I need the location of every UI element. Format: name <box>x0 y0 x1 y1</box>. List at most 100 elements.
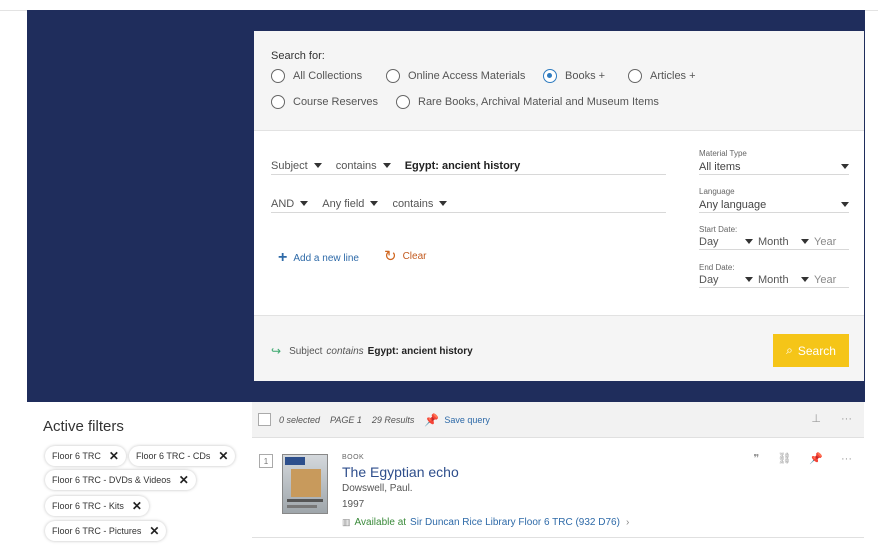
language-select[interactable]: Any language <box>699 197 849 213</box>
cover-image <box>291 469 321 497</box>
field-select[interactable]: Any field <box>322 198 379 210</box>
scope-radio-course-reserves[interactable]: Course Reserves <box>271 95 378 109</box>
results-toolbar: 0 selected PAGE 1 29 Results 📌 Save quer… <box>252 402 864 438</box>
selected-count: 0 selected <box>279 414 321 425</box>
close-icon[interactable]: ✕ <box>149 524 159 538</box>
advanced-search-panel: Search for: All Collections Online Acces… <box>254 31 864 381</box>
pin-icon[interactable]: 📌 <box>809 452 823 465</box>
scope-label: Rare Books, Archival Material and Museum… <box>418 96 659 108</box>
cover-line <box>287 505 317 508</box>
end-date-row: Day Month Year <box>699 272 849 288</box>
chevron-right-icon: › <box>625 517 630 528</box>
end-month-select[interactable]: Month <box>745 274 801 286</box>
start-year-select[interactable]: Year <box>801 236 836 248</box>
end-year-select[interactable]: Year <box>801 274 836 286</box>
caret-down-icon <box>745 239 753 244</box>
scope-radio-articles[interactable]: Articles + <box>628 69 696 83</box>
radio-button <box>396 95 410 109</box>
scope-title: Search for: <box>271 50 325 62</box>
select-all-checkbox[interactable] <box>258 413 271 426</box>
filter-chip: Floor 6 TRC - Kits ✕ <box>45 496 149 516</box>
pin-icon[interactable]: ⊥ <box>811 412 821 425</box>
result-number[interactable]: 1 <box>259 454 273 468</box>
result-actions: ❞ ⛓ 📌 ··· <box>735 452 852 466</box>
clear-button[interactable]: ↻ Clear <box>384 247 426 265</box>
book-icon: ▥ <box>342 517 351 527</box>
scope-radio-all-collections[interactable]: All Collections <box>271 69 362 83</box>
refresh-icon: ↻ <box>384 248 397 265</box>
result-item: 1 BOOK The Egyptian echo Dowswell, Paul.… <box>252 438 864 538</box>
link-icon[interactable]: ⛓ <box>777 452 791 465</box>
radio-button <box>271 69 285 83</box>
more-icon[interactable]: ··· <box>841 413 852 425</box>
query-summary: ↪ Subject contains Egypt: ancient histor… <box>271 344 473 358</box>
caret-down-icon <box>370 201 379 206</box>
start-date-label: Start Date: <box>699 225 738 234</box>
scope-radio-rare-books[interactable]: Rare Books, Archival Material and Museum… <box>396 95 659 109</box>
operator-select[interactable]: contains <box>336 160 391 172</box>
start-date-row: Day Month Year <box>699 234 849 250</box>
field-select[interactable]: Subject <box>271 160 322 172</box>
query-line-1: Subject contains Egypt: ancient history <box>271 157 666 175</box>
caret-down-icon <box>313 163 322 168</box>
active-filters-panel: Active filters Floor 6 TRC ✕ Floor 6 TRC … <box>27 402 249 547</box>
toolbar-actions: ⊥ ··· <box>791 412 852 426</box>
result-type: BOOK <box>342 454 365 461</box>
result-author: Dowswell, Paul. <box>342 483 413 494</box>
caret-down-icon <box>300 201 309 206</box>
caret-down-icon <box>841 164 849 169</box>
save-query-button[interactable]: 📌 Save query <box>424 413 489 427</box>
add-new-line-button[interactable]: + Add a new line <box>278 249 359 267</box>
cover-line <box>287 499 323 502</box>
end-date-label: End Date: <box>699 263 735 272</box>
close-icon[interactable]: ✕ <box>109 449 119 463</box>
scope-label: Course Reserves <box>293 96 378 108</box>
scope-label: Books + <box>565 70 606 82</box>
arrow-right-icon: ↪ <box>271 344 282 358</box>
material-type-select[interactable]: All items <box>699 159 849 175</box>
filter-chip: Floor 6 TRC - DVDs & Videos ✕ <box>45 470 196 490</box>
operator-select[interactable]: contains <box>392 198 448 210</box>
end-day-select[interactable]: Day <box>699 274 745 286</box>
search-button[interactable]: ⌕ Search <box>773 334 849 367</box>
filter-chip: Floor 6 TRC ✕ <box>45 446 126 466</box>
active-filters-title: Active filters <box>43 418 124 435</box>
radio-button <box>386 69 400 83</box>
boolean-select[interactable]: AND <box>271 198 309 210</box>
cover-banner <box>285 457 305 465</box>
caret-down-icon <box>439 201 448 206</box>
result-year: 1997 <box>342 499 365 510</box>
close-icon[interactable]: ✕ <box>132 499 142 513</box>
caret-down-icon <box>382 163 391 168</box>
book-cover-thumbnail[interactable] <box>282 454 328 514</box>
scope-label: All Collections <box>293 70 363 82</box>
filter-chip: Floor 6 TRC - Pictures ✕ <box>45 521 167 541</box>
quote-icon[interactable]: ❞ <box>753 452 759 465</box>
search-scope-section: Search for: All Collections Online Acces… <box>254 31 864 131</box>
scope-label: Online Access Materials <box>408 70 526 82</box>
result-title-link[interactable]: The Egyptian echo <box>342 464 459 480</box>
close-icon[interactable]: ✕ <box>179 473 189 487</box>
plus-icon: + <box>278 249 288 266</box>
query-term-input[interactable]: Egypt: ancient history <box>405 160 521 172</box>
radio-button <box>628 69 642 83</box>
caret-down-icon <box>841 202 849 207</box>
search-icon: ⌕ <box>786 343 793 357</box>
results-count: 29 Results <box>371 414 415 425</box>
start-month-select[interactable]: Month <box>745 236 801 248</box>
start-day-select[interactable]: Day <box>699 236 745 248</box>
query-line-2: AND Any field contains <box>271 195 666 213</box>
radio-button-selected <box>543 69 557 83</box>
radio-button <box>271 95 285 109</box>
language-label: Language <box>699 187 735 196</box>
more-icon[interactable]: ··· <box>841 453 852 465</box>
close-icon[interactable]: ✕ <box>218 449 228 463</box>
scope-radio-online-access[interactable]: Online Access Materials <box>386 69 525 83</box>
caret-down-icon <box>745 277 753 282</box>
availability-link[interactable]: ▥ Available at Sir Duncan Rice Library F… <box>342 517 629 528</box>
filter-chip: Floor 6 TRC - CDs ✕ <box>129 446 236 466</box>
scope-label: Articles + <box>650 70 696 82</box>
page-indicator: PAGE 1 <box>330 414 362 425</box>
scope-radio-books[interactable]: Books + <box>543 69 605 83</box>
material-type-label: Material Type <box>699 149 747 158</box>
